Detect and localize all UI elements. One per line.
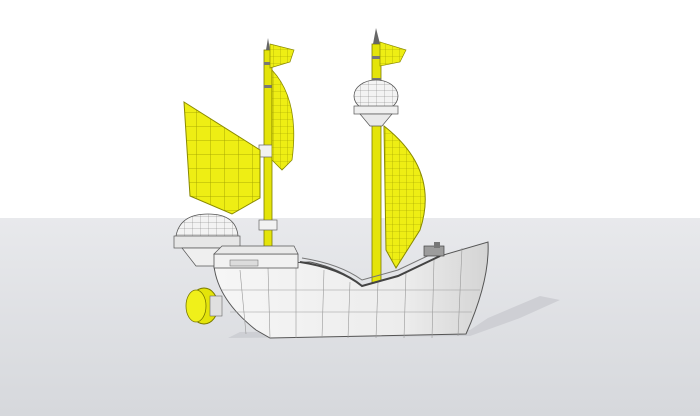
ship-scene [0, 0, 700, 416]
render-viewport [0, 0, 700, 416]
sky [0, 0, 700, 218]
deck-cabin [213, 245, 299, 269]
